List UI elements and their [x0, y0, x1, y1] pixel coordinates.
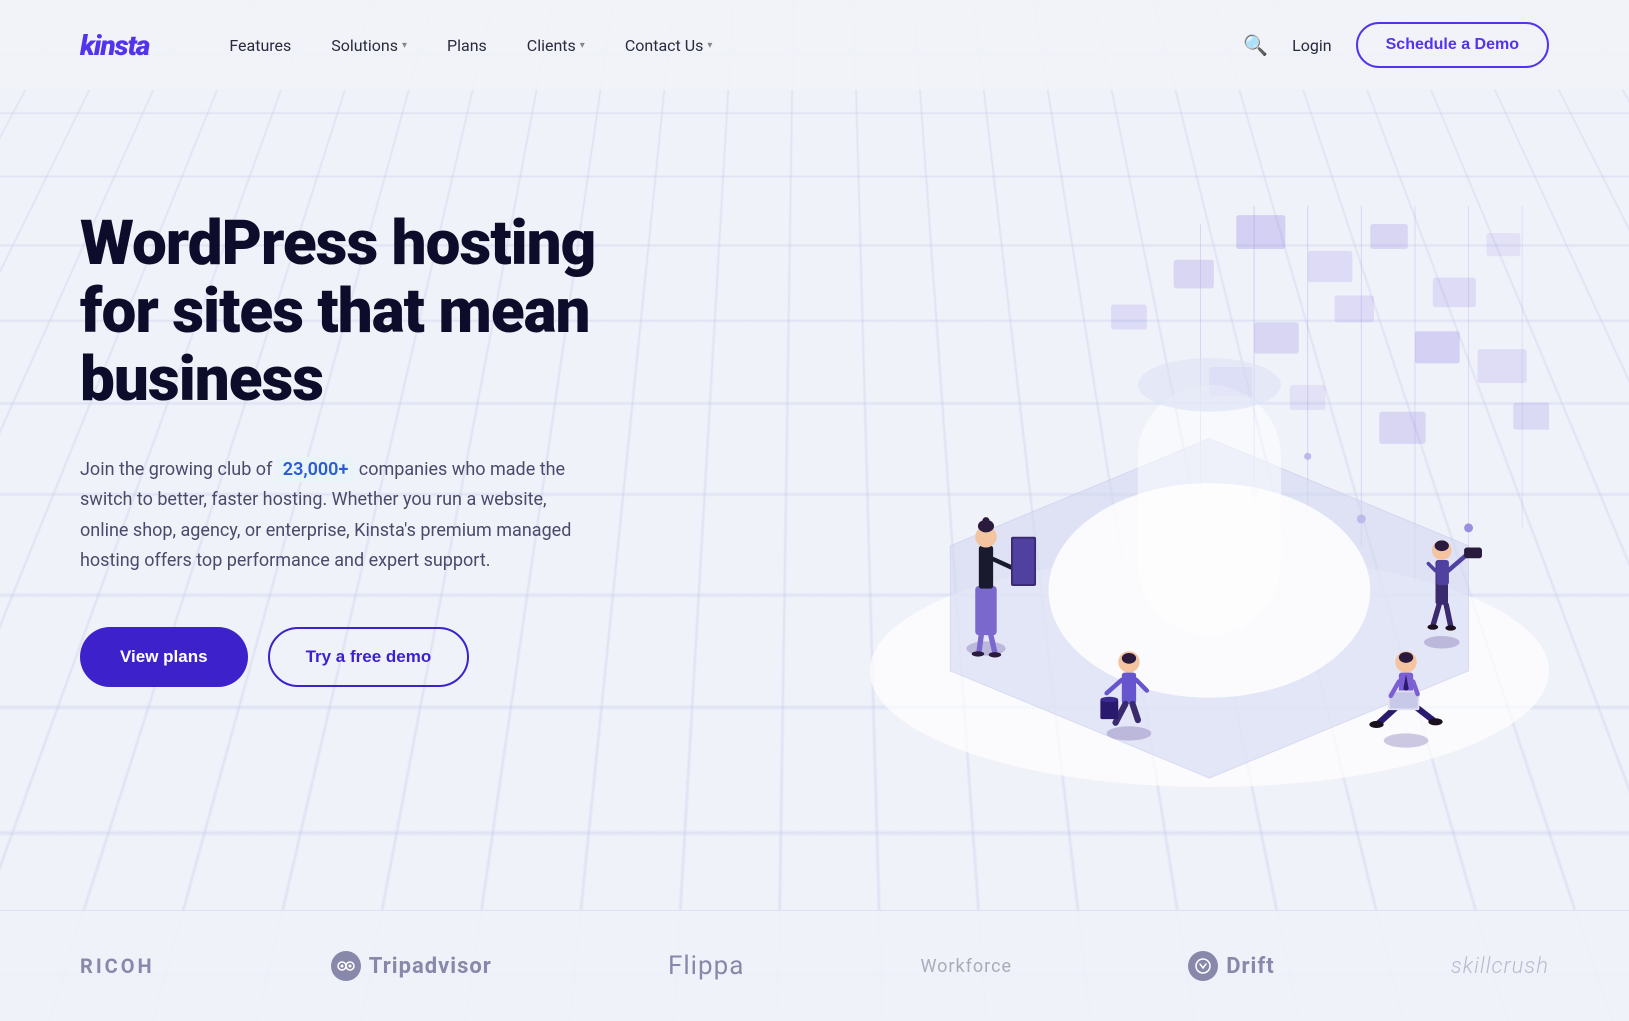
hero-title: WordPress hosting for sites that mean bu… [80, 210, 660, 415]
client-drift: Drift [1188, 951, 1275, 981]
nav-solutions[interactable]: Solutions ▾ [331, 36, 407, 55]
nav-right: 🔍 Login Schedule a Demo [1243, 22, 1549, 68]
nav-plans[interactable]: Plans [447, 36, 487, 55]
view-plans-button[interactable]: View plans [80, 627, 248, 687]
nav-features[interactable]: Features [229, 36, 291, 55]
company-count-highlight: 23,000+ [277, 457, 355, 482]
clients-bar: RICOH Tripadvisor Flippa Workforce Drift… [0, 910, 1629, 1021]
tripadvisor-icon [331, 951, 361, 981]
logo[interactable]: kinsta [80, 29, 149, 62]
chevron-down-icon: ▾ [580, 40, 585, 51]
hero-svg-illustration [700, 170, 1549, 850]
hero-description: Join the growing club of 23,000+ compani… [80, 455, 580, 577]
client-ricoh: RICOH [80, 954, 155, 978]
client-tripadvisor: Tripadvisor [331, 951, 492, 981]
navbar: kinsta Features Solutions ▾ Plans Client… [0, 0, 1629, 90]
nav-contact[interactable]: Contact Us ▾ [625, 36, 713, 55]
hero-buttons: View plans Try a free demo [80, 627, 660, 687]
client-workforce: Workforce [920, 956, 1012, 977]
try-demo-button[interactable]: Try a free demo [268, 627, 470, 687]
search-icon[interactable]: 🔍 [1243, 33, 1268, 57]
nav-clients[interactable]: Clients ▾ [527, 36, 585, 55]
hero-illustration [700, 170, 1549, 850]
chevron-down-icon: ▾ [402, 40, 407, 51]
hero-content: WordPress hosting for sites that mean bu… [80, 170, 660, 687]
client-flippa: Flippa [668, 951, 744, 981]
drift-icon [1188, 951, 1218, 981]
client-skillcrush: skillcrush [1451, 954, 1549, 979]
login-link[interactable]: Login [1292, 36, 1331, 55]
schedule-demo-button[interactable]: Schedule a Demo [1356, 22, 1549, 68]
nav-links: Features Solutions ▾ Plans Clients ▾ Con… [229, 36, 1243, 55]
hero-section: WordPress hosting for sites that mean bu… [0, 90, 1629, 910]
chevron-down-icon: ▾ [707, 40, 712, 51]
